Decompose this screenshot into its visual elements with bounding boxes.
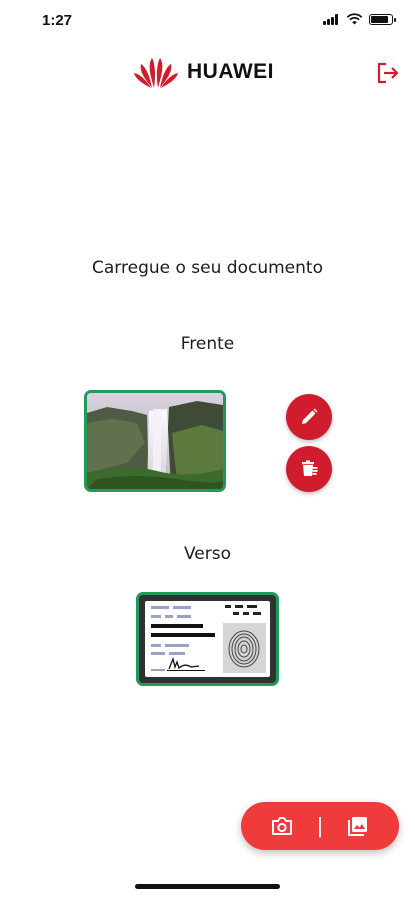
edit-button[interactable] (286, 394, 332, 440)
front-document-image[interactable] (84, 390, 226, 492)
front-photo (87, 393, 223, 489)
wifi-icon (346, 13, 363, 25)
trash-icon (302, 460, 318, 476)
back-label: Verso (183, 544, 231, 564)
front-label: Frente (180, 334, 235, 354)
status-time: 1:27 (42, 12, 73, 29)
camera-button[interactable] (267, 811, 297, 841)
page-title: Carregue o seu documento (92, 258, 323, 278)
signal-icon (323, 13, 340, 25)
id-card-illustration (145, 601, 270, 677)
gallery-icon (347, 817, 367, 836)
logout-button[interactable] (375, 60, 401, 86)
gallery-button[interactable] (343, 811, 373, 841)
brand-logo: HUAWEI (133, 55, 274, 89)
back-document-image[interactable] (136, 592, 279, 686)
home-indicator (135, 884, 280, 889)
capture-actions: | (241, 802, 399, 850)
pencil-icon (302, 408, 318, 424)
brand-name: HUAWEI (187, 60, 274, 83)
logout-icon (377, 62, 399, 84)
actions-separator: | (317, 813, 323, 838)
delete-button[interactable] (286, 446, 332, 492)
status-icons (323, 13, 396, 25)
camera-icon (272, 817, 293, 835)
huawei-logo-icon (134, 58, 178, 88)
battery-icon (369, 13, 396, 25)
